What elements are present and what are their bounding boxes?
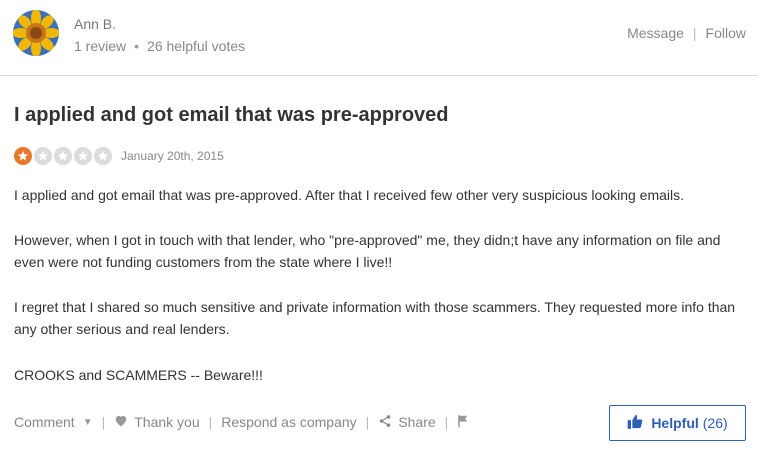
flag-icon (457, 414, 469, 431)
respond-as-company-link[interactable]: Respond as company (221, 414, 356, 430)
header-actions: Message | Follow (627, 25, 746, 41)
helpful-votes-count: 26 helpful votes (147, 38, 246, 54)
share-icon (378, 414, 392, 431)
action-separator: | (208, 414, 213, 430)
thumbs-up-icon (627, 414, 643, 432)
review-title: I applied and got email that was pre-app… (14, 104, 449, 126)
thank-you-label: Thank you (134, 414, 200, 430)
review-paragraph-3: I regret that I shared so much sensitive… (14, 299, 736, 337)
flag-button[interactable] (457, 414, 469, 431)
helpful-button[interactable]: Helpful (26) (609, 405, 746, 441)
rating-row: January 20th, 2015 (14, 146, 224, 166)
comment-button[interactable]: Comment ▼ (14, 414, 93, 430)
action-separator: | (444, 414, 449, 430)
follow-link[interactable]: Follow (706, 25, 746, 41)
share-label: Share (398, 414, 436, 430)
reviewer-header: Ann B. 1 review • 26 helpful votes Message… (0, 0, 758, 76)
star-icon (94, 147, 112, 165)
thank-you-button[interactable]: Thank you (114, 414, 200, 430)
stats-dot: • (134, 38, 140, 54)
star-icon (74, 147, 92, 165)
helpful-label: Helpful (651, 415, 699, 431)
review-actions: Comment ▼ | Thank you | Respond as compa… (14, 410, 469, 434)
star-icon (34, 147, 52, 165)
chevron-down-icon: ▼ (82, 416, 93, 428)
header-separator: | (692, 25, 697, 41)
star-icon (54, 147, 72, 165)
review-paragraph-4: CROOKS and SCAMMERS -- Beware!!! (14, 367, 263, 383)
share-button[interactable]: Share (378, 414, 436, 431)
review-count: 1 review (74, 38, 127, 54)
helpful-count: (26) (702, 415, 728, 431)
heart-icon (114, 414, 128, 430)
review-date: January 20th, 2015 (121, 149, 224, 163)
message-link[interactable]: Message (627, 25, 684, 41)
review-paragraph-1: I applied and got email that was pre-app… (14, 187, 685, 203)
review-paragraph-2: However, when I got in touch with that l… (14, 232, 721, 270)
sunflower-avatar-image (13, 10, 59, 56)
reviewer-stats: 1 review • 26 helpful votes (74, 38, 245, 54)
action-separator: | (365, 414, 370, 430)
avatar[interactable] (13, 10, 59, 56)
star-icon (14, 147, 32, 165)
action-separator: | (101, 414, 106, 430)
comment-label: Comment (14, 414, 75, 430)
star-rating (14, 147, 114, 165)
reviewer-name[interactable]: Ann B. (74, 16, 116, 32)
